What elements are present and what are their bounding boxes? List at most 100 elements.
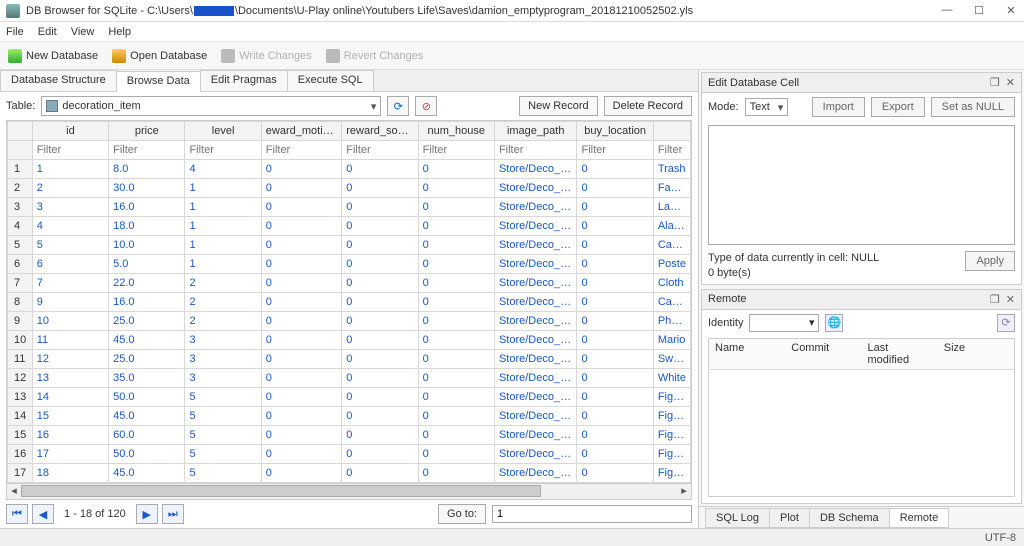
delete-record-button[interactable]: Delete Record [604, 96, 692, 116]
menu-file[interactable]: File [6, 26, 24, 38]
identity-select[interactable]: ▾ [749, 314, 819, 332]
tab-database-structure[interactable]: Database Structure [0, 70, 117, 91]
cell-image-path[interactable]: Store/Deco_R... [494, 407, 577, 426]
cell-partial[interactable]: Figure [653, 388, 690, 407]
cell-level[interactable]: 1 [185, 255, 261, 274]
row-number[interactable]: 16 [8, 445, 33, 464]
row-number[interactable]: 2 [8, 179, 33, 198]
cell-price[interactable]: 25.0 [109, 312, 185, 331]
cell-level[interactable]: 5 [185, 445, 261, 464]
cell-price[interactable]: 45.0 [109, 331, 185, 350]
cell-buy-location[interactable]: 0 [577, 293, 653, 312]
table-row[interactable]: 141545.05000Store/Deco_R...0Figure [8, 407, 691, 426]
cell-id[interactable]: 9 [32, 293, 108, 312]
cell-image-path[interactable]: Store/Deco_R... [494, 293, 577, 312]
cell-image-path[interactable]: Store/Deco_R... [494, 160, 577, 179]
cell-id[interactable]: 14 [32, 388, 108, 407]
cell-id[interactable]: 3 [32, 198, 108, 217]
undock-icon[interactable]: ❐ [990, 293, 1000, 306]
cell-num-house[interactable]: 0 [418, 407, 494, 426]
cell-image-path[interactable]: Store/Deco_R... [494, 179, 577, 198]
row-number[interactable]: 9 [8, 312, 33, 331]
cell-price[interactable]: 30.0 [109, 179, 185, 198]
close-button[interactable]: ✕ [1004, 4, 1018, 17]
cell-level[interactable]: 3 [185, 369, 261, 388]
cell-reward-social[interactable]: 0 [342, 198, 418, 217]
cell-reward-motivatio[interactable]: 0 [261, 426, 341, 445]
filter-reward-motivatio[interactable] [266, 144, 337, 156]
cell-buy-location[interactable]: 0 [577, 255, 653, 274]
cell-price[interactable]: 25.0 [109, 350, 185, 369]
cell-reward-social[interactable]: 0 [342, 426, 418, 445]
cell-num-house[interactable]: 0 [418, 388, 494, 407]
cell-image-path[interactable]: Store/Deco_R... [494, 312, 577, 331]
mode-select[interactable]: Text▾ [745, 98, 789, 116]
table-row[interactable]: 171845.05000Store/Deco_R...0Figure [8, 464, 691, 483]
btab-db-schema[interactable]: DB Schema [809, 508, 890, 528]
filter-image-path[interactable] [499, 144, 573, 156]
cell-reward-social[interactable]: 0 [342, 217, 418, 236]
col-partial[interactable] [653, 122, 690, 141]
table-row[interactable]: 151660.05000Store/Deco_R...0Figure [8, 426, 691, 445]
export-button[interactable]: Export [871, 97, 925, 117]
scrollbar-thumb[interactable] [21, 485, 541, 497]
filter-partial[interactable] [658, 144, 686, 156]
apply-button[interactable]: Apply [965, 251, 1015, 271]
cell-level[interactable]: 2 [185, 293, 261, 312]
cell-partial[interactable]: Figure [653, 407, 690, 426]
cell-partial[interactable]: Trash [653, 160, 690, 179]
table-row[interactable]: 121335.03000Store/Deco_R...0White [8, 369, 691, 388]
cell-image-path[interactable]: Store/Deco_R... [494, 350, 577, 369]
table-row[interactable]: 101145.03000Store/Deco_R...0Mario [8, 331, 691, 350]
cell-reward-motivatio[interactable]: 0 [261, 407, 341, 426]
cell-level[interactable]: 4 [185, 160, 261, 179]
cell-buy-location[interactable]: 0 [577, 312, 653, 331]
cell-buy-location[interactable]: 0 [577, 388, 653, 407]
filter-price[interactable] [113, 144, 180, 156]
menu-edit[interactable]: Edit [38, 26, 57, 38]
filter-buy-location[interactable] [581, 144, 648, 156]
cell-level[interactable]: 1 [185, 236, 261, 255]
cell-num-house[interactable]: 0 [418, 464, 494, 483]
import-button[interactable]: Import [812, 97, 865, 117]
cell-reward-motivatio[interactable]: 0 [261, 331, 341, 350]
cell-price[interactable]: 45.0 [109, 464, 185, 483]
cell-id[interactable]: 4 [32, 217, 108, 236]
cell-reward-social[interactable]: 0 [342, 179, 418, 198]
cell-reward-motivatio[interactable]: 0 [261, 255, 341, 274]
cell-num-house[interactable]: 0 [418, 350, 494, 369]
cell-price[interactable]: 60.0 [109, 426, 185, 445]
cell-reward-social[interactable]: 0 [342, 312, 418, 331]
cell-price[interactable]: 10.0 [109, 236, 185, 255]
close-panel-icon[interactable]: ✕ [1006, 293, 1015, 306]
rownum-header[interactable] [8, 122, 33, 141]
cell-num-house[interactable]: 0 [418, 160, 494, 179]
cell-buy-location[interactable]: 0 [577, 464, 653, 483]
table-row[interactable]: 8916.02000Store/Deco_R...0Carpe [8, 293, 691, 312]
cell-image-path[interactable]: Store/Deco_R... [494, 388, 577, 407]
table-row[interactable]: 111225.03000Store/Deco_R...0Swipe [8, 350, 691, 369]
table-select[interactable]: decoration_item ▾ [41, 96, 381, 116]
cell-reward-social[interactable]: 0 [342, 464, 418, 483]
write-changes-button[interactable]: Write Changes [221, 49, 312, 63]
cell-price[interactable]: 8.0 [109, 160, 185, 179]
col-reward-social[interactable]: reward_social [342, 122, 418, 141]
cell-num-house[interactable]: 0 [418, 331, 494, 350]
cell-buy-location[interactable]: 0 [577, 407, 653, 426]
remote-list[interactable]: Name Commit Last modified Size [708, 338, 1015, 497]
cell-reward-motivatio[interactable]: 0 [261, 464, 341, 483]
col-buy-location[interactable]: buy_location [577, 122, 653, 141]
btab-plot[interactable]: Plot [769, 508, 810, 528]
cell-partial[interactable]: LavaL [653, 198, 690, 217]
cell-reward-social[interactable]: 0 [342, 369, 418, 388]
cell-id[interactable]: 12 [32, 350, 108, 369]
horizontal-scrollbar[interactable]: ◂ ▸ [6, 484, 692, 500]
col-price[interactable]: price [109, 122, 185, 141]
cell-image-path[interactable]: Store/Deco_R... [494, 274, 577, 293]
cell-partial[interactable]: Alarm [653, 217, 690, 236]
cell-num-house[interactable]: 0 [418, 369, 494, 388]
cell-num-house[interactable]: 0 [418, 179, 494, 198]
col-image-path[interactable]: image_path [494, 122, 577, 141]
cell-reward-motivatio[interactable]: 0 [261, 160, 341, 179]
cell-image-path[interactable]: Store/Deco_R... [494, 198, 577, 217]
